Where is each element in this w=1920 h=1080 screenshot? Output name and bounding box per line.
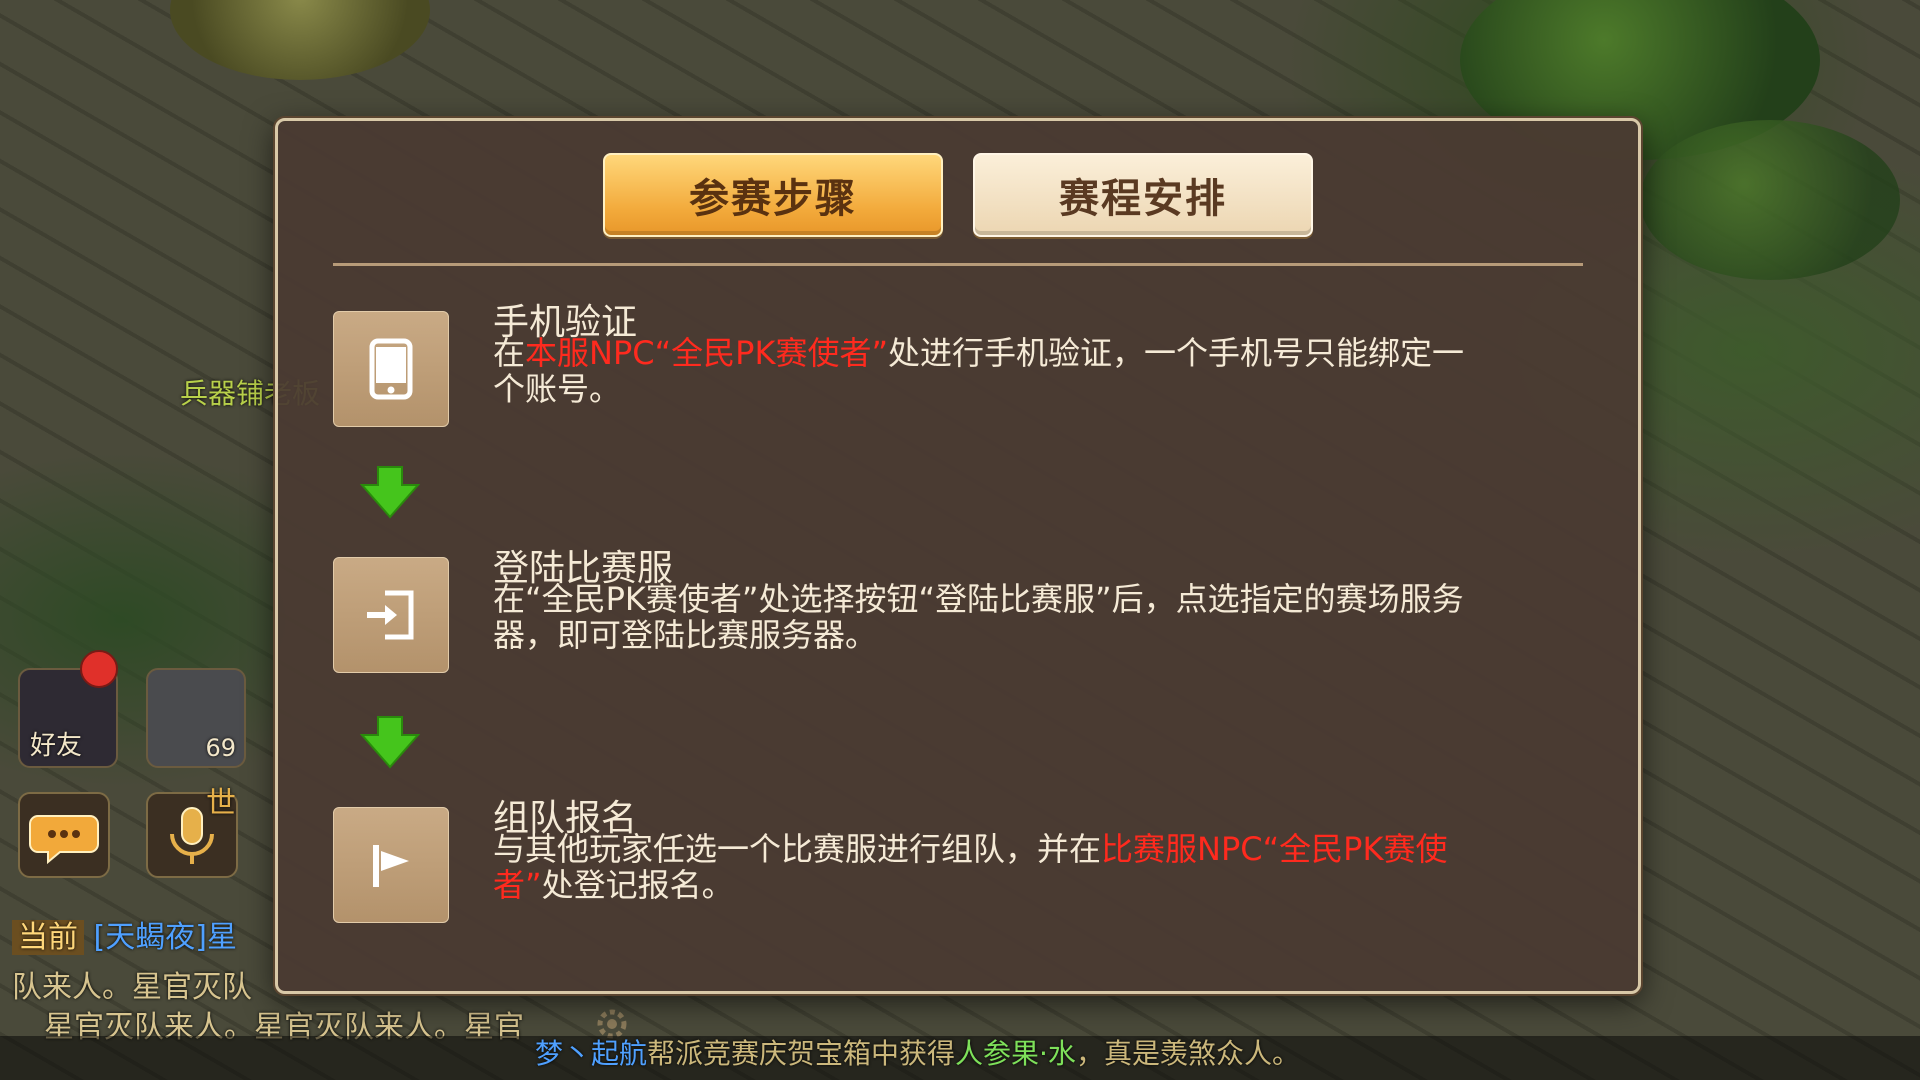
phone-icon (369, 338, 413, 400)
tab-schedule[interactable]: 赛程安排 (973, 153, 1313, 237)
chat-sender[interactable]: [天蝎夜]星 (94, 920, 237, 955)
friend-label: 好友 (30, 731, 83, 761)
step3-icon-box (333, 807, 449, 923)
system-message-text: 帮派竞赛庆贺宝箱中获得 (647, 1037, 956, 1070)
system-message-player[interactable]: 梦丶起航 (535, 1037, 647, 1070)
step2-description: 在“全民PK赛使者”处选择按钮“登陆比赛服”后，点选指定的赛场服务器，即可登陆比… (493, 580, 1464, 654)
tab-divider (333, 263, 1583, 266)
down-arrow-icon (359, 716, 421, 769)
down-arrow-icon (359, 466, 421, 519)
login-icon (367, 590, 414, 640)
system-message: 梦丶起航帮派竞赛庆贺宝箱中获得人参果·水，真是羡煞众人。 (535, 1032, 1300, 1072)
system-message-item[interactable]: 人参果·水 (955, 1037, 1076, 1070)
flag-icon (373, 845, 409, 887)
system-message-end: ，真是羡煞众人。 (1075, 1037, 1300, 1070)
chat-channel: 当前 (12, 920, 84, 955)
chat-line-1: 当前 [天蝎夜]星 (12, 912, 237, 956)
player-level: 69 (205, 734, 236, 762)
step3-desc-post: 处登记报名。 (541, 866, 734, 904)
world-channel-label: 世 (206, 786, 236, 821)
step1-desc-npc: 本服NPC“全民PK赛使者” (525, 334, 889, 372)
tab-registration-steps[interactable]: 参赛步骤 (603, 153, 943, 237)
step1-icon-box (333, 311, 449, 427)
step1-description: 在本服NPC“全民PK赛使者”处进行手机验证，一个手机号只能绑定一个账号。 (493, 335, 1493, 407)
competition-steps-panel: 参赛步骤 赛程安排 手机验证 在本服NPC“全民PK赛使者”处进行手机验证，一个… (275, 118, 1641, 994)
chat-button[interactable] (18, 792, 110, 878)
player-avatar[interactable]: 69 (146, 668, 246, 768)
chat-line-2: 队来人。星官灭队 (12, 970, 252, 1005)
step3-desc-pre: 与其他玩家任选一个比赛服进行组队，并在 (493, 830, 1102, 868)
chat-bubble-icon (29, 815, 99, 865)
notification-dot (80, 650, 118, 688)
step1-desc-pre: 在 (493, 334, 526, 372)
step3-description: 与其他玩家任选一个比赛服进行组队，并在比赛服NPC“全民PK赛使者”处登记报名。 (493, 831, 1493, 903)
scenery-tree (1640, 120, 1900, 280)
step2-icon-box (333, 557, 449, 673)
scenery-umbrella (170, 0, 430, 80)
